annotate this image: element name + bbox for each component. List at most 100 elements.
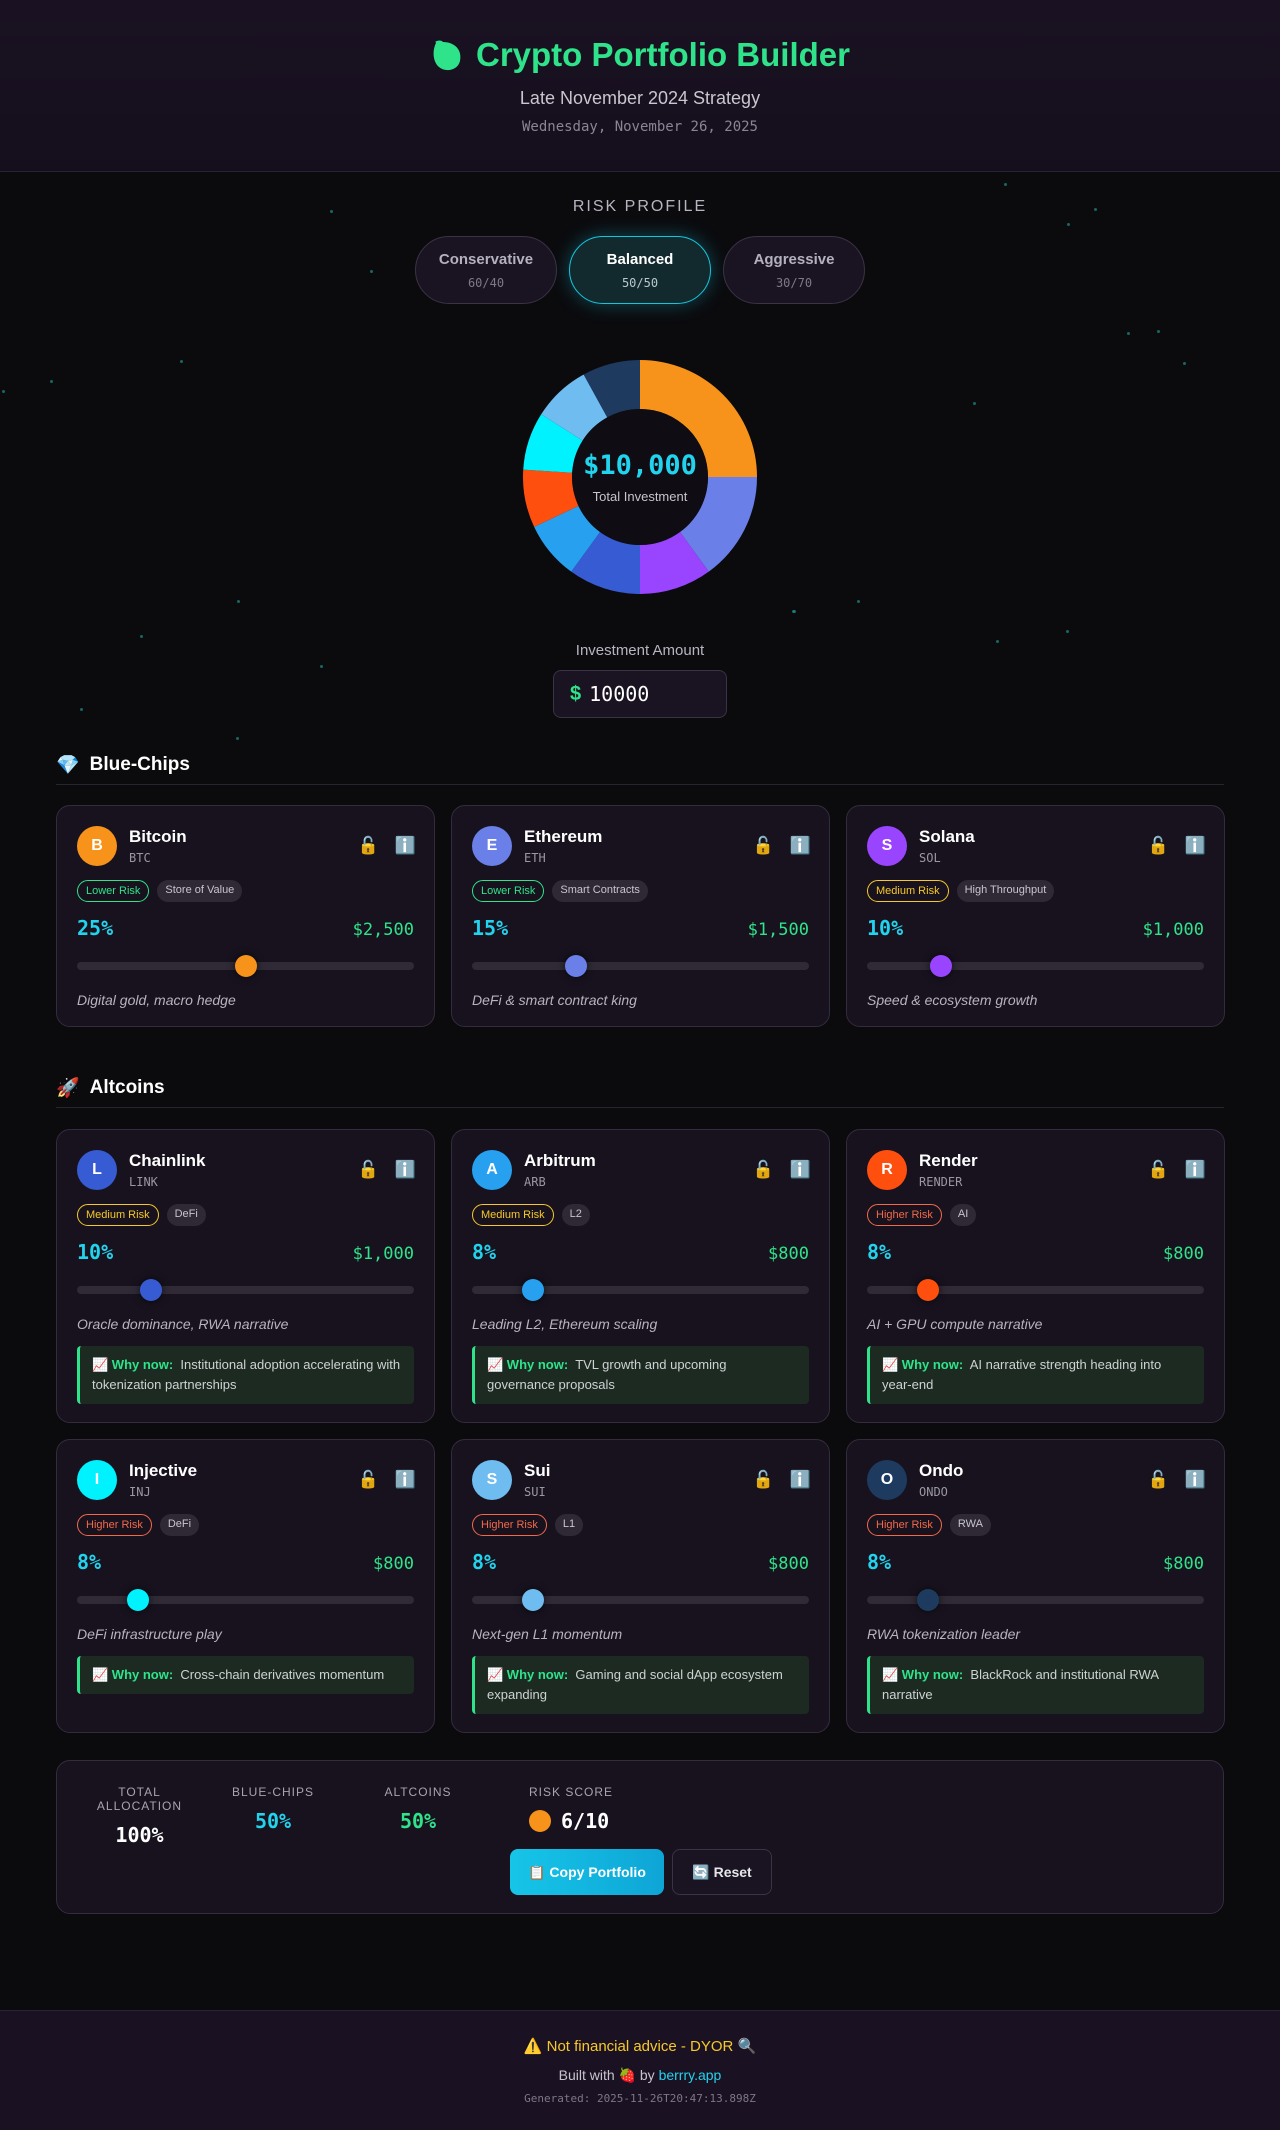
slider-handle[interactable]: [521, 1279, 544, 1301]
info-icon[interactable]: ℹ️: [395, 1470, 416, 1490]
risk-badge: Lower Risk: [472, 880, 545, 902]
risk-badge: Higher Risk: [867, 1204, 942, 1226]
page-header: Crypto Portfolio Builder Late November 2…: [0, 0, 1280, 172]
slider-handle[interactable]: [126, 1589, 149, 1611]
reset-button[interactable]: 🔄 Reset: [672, 1849, 772, 1895]
coin-letter: E: [486, 837, 498, 854]
card-actions: 🔓 ℹ️: [1148, 1160, 1206, 1180]
info-icon[interactable]: ℹ️: [1185, 836, 1206, 856]
stat-bluechips: BLUE-CHIPS 50%: [223, 1785, 323, 1833]
investment-input[interactable]: [589, 682, 710, 706]
slider-handle[interactable]: [930, 955, 953, 977]
info-icon[interactable]: ℹ️: [395, 1160, 416, 1180]
date-label: Wednesday, November 26, 2025: [521, 119, 758, 135]
coin-letter: B: [91, 837, 103, 854]
coin-avatar: R: [867, 1150, 907, 1190]
coin-title: Render RENDER: [919, 1151, 978, 1189]
allocation-slider[interactable]: [472, 1589, 809, 1611]
investment-field[interactable]: $: [553, 670, 727, 718]
card-actions: 🔓 ℹ️: [358, 1160, 416, 1180]
coin-symbol: INJ: [129, 1485, 151, 1499]
allocation-slider[interactable]: [472, 955, 809, 977]
allocation-slider[interactable]: [472, 1279, 809, 1301]
coin-letter: R: [881, 1161, 893, 1178]
risk-option-aggressive[interactable]: Aggressive 30/70: [723, 236, 865, 304]
info-icon[interactable]: ℹ️: [395, 836, 416, 856]
allocation-slider[interactable]: [77, 955, 414, 977]
lock-icon[interactable]: 🔓: [358, 836, 379, 856]
allocation-slider[interactable]: [867, 1589, 1204, 1611]
coin-avatar: E: [472, 826, 512, 866]
lock-icon[interactable]: 🔓: [1148, 1160, 1169, 1180]
coin-name: Sui: [524, 1461, 551, 1480]
coin-name: Bitcoin: [129, 827, 187, 846]
lock-icon[interactable]: 🔓: [358, 1160, 379, 1180]
coin-title: Chainlink LINK: [129, 1151, 206, 1189]
currency-symbol: $: [570, 682, 582, 705]
star-dot: [1067, 223, 1070, 226]
info-icon[interactable]: ℹ️: [790, 836, 811, 856]
slider-handle[interactable]: [234, 955, 257, 977]
lock-icon[interactable]: 🔓: [358, 1470, 379, 1490]
coin-name: Render: [919, 1151, 978, 1170]
built-with-text: Built with 🍓 by: [558, 2067, 655, 2083]
slider-handle[interactable]: [140, 1279, 163, 1301]
coin-name: Solana: [919, 827, 975, 846]
coin-letter: A: [486, 1161, 498, 1178]
allocation-percent: 8%: [867, 1240, 892, 1264]
coin-card-sui: S Sui SUI 🔓 ℹ️ Higher Risk L1 8% $800 Ne…: [451, 1439, 830, 1733]
allocation-slider[interactable]: [77, 1279, 414, 1301]
lock-icon[interactable]: 🔓: [753, 1470, 774, 1490]
why-now-text: Cross-chain derivatives momentum: [180, 1667, 385, 1682]
star-dot: [80, 708, 83, 711]
allocation-percent: 8%: [77, 1550, 102, 1574]
portfolio-summary: TOTAL ALLOCATION 100% BLUE-CHIPS 50% ALT…: [56, 1760, 1224, 1914]
investment-label: Investment Amount: [575, 642, 705, 659]
risk-option-balanced[interactable]: Balanced 50/50: [569, 236, 711, 304]
allocation-slider[interactable]: [867, 1279, 1204, 1301]
coin-tags: Higher Risk AI: [867, 1204, 1204, 1226]
info-icon[interactable]: ℹ️: [1185, 1470, 1206, 1490]
coin-title: Solana SOL: [919, 827, 975, 865]
lock-icon[interactable]: 🔓: [1148, 1470, 1169, 1490]
coin-avatar: S: [867, 826, 907, 866]
section-bluechips: 💎 Blue-Chips: [56, 745, 1224, 785]
stat-total: TOTAL ALLOCATION 100%: [77, 1785, 202, 1847]
info-icon[interactable]: ℹ️: [1185, 1160, 1206, 1180]
risk-option-conservative[interactable]: Conservative 60/40: [415, 236, 557, 304]
risk-badge: Medium Risk: [472, 1204, 554, 1226]
donut-center: $10,000 Total Investment: [521, 358, 759, 596]
lock-icon[interactable]: 🔓: [753, 836, 774, 856]
lock-icon[interactable]: 🔓: [1148, 836, 1169, 856]
allocation-slider[interactable]: [77, 1589, 414, 1611]
allocation-usd: $800: [768, 1554, 809, 1574]
section-altcoins: 🚀 Altcoins: [56, 1068, 1224, 1108]
coin-description: DeFi infrastructure play: [77, 1626, 222, 1642]
stat-label: ALTCOINS: [384, 1785, 452, 1799]
slider-handle[interactable]: [521, 1589, 544, 1611]
risk-badge: Higher Risk: [77, 1514, 152, 1536]
coin-card-chainlink: L Chainlink LINK 🔓 ℹ️ Medium Risk DeFi 1…: [56, 1129, 435, 1423]
copy-portfolio-button[interactable]: 📋 Copy Portfolio: [510, 1849, 664, 1895]
lock-icon[interactable]: 🔓: [753, 1160, 774, 1180]
slider-handle[interactable]: [916, 1279, 939, 1301]
section-title: Altcoins: [89, 1076, 165, 1098]
risk-option-label: Balanced: [606, 251, 674, 268]
coin-title: Injective INJ: [129, 1461, 197, 1499]
coin-symbol: BTC: [129, 851, 151, 865]
slider-handle[interactable]: [916, 1589, 939, 1611]
star-dot: [1183, 362, 1186, 365]
allocation-slider[interactable]: [867, 955, 1204, 977]
info-icon[interactable]: ℹ️: [790, 1470, 811, 1490]
card-actions: 🔓 ℹ️: [753, 1160, 811, 1180]
star-dot: [1004, 183, 1007, 186]
coin-symbol: ONDO: [919, 1485, 948, 1499]
card-actions: 🔓 ℹ️: [358, 836, 416, 856]
why-now-label: 📈 Why now:: [882, 1667, 964, 1682]
coin-tags: Medium Risk L2: [472, 1204, 809, 1226]
info-icon[interactable]: ℹ️: [790, 1160, 811, 1180]
slider-handle[interactable]: [565, 955, 588, 977]
allocation-percent: 25%: [77, 916, 114, 940]
coin-symbol: ETH: [524, 851, 546, 865]
berrry-link[interactable]: berrry.app: [659, 2067, 722, 2083]
